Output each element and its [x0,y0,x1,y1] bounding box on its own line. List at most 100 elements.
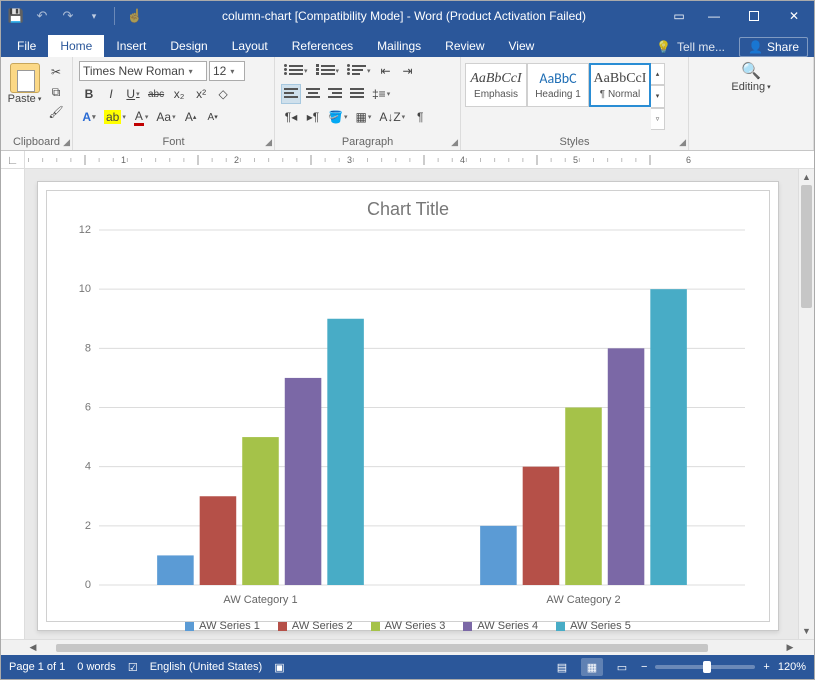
align-right-icon[interactable] [325,84,345,104]
tab-mailings[interactable]: Mailings [365,35,433,57]
font-size-combo[interactable]: 12 [209,61,245,81]
align-center-icon[interactable] [303,84,323,104]
save-icon[interactable]: 💾 [7,7,25,25]
svg-text:0: 0 [85,579,91,591]
grow-font-icon[interactable]: A▴ [181,107,201,127]
svg-text:5: 5 [573,155,578,165]
style-gallery-more[interactable]: ▴▾▿ [651,63,665,130]
paste-icon[interactable] [10,63,40,93]
superscript-button[interactable]: x² [191,84,211,104]
strikethrough-button[interactable]: abc [145,84,167,104]
cut-icon[interactable]: ✂ [46,63,66,81]
paragraph-launcher-icon[interactable]: ◢ [451,137,458,148]
zoom-out-button[interactable]: − [641,661,647,673]
numbering-icon[interactable] [313,61,343,81]
share-button[interactable]: 👤 Share [739,37,808,57]
status-words[interactable]: 0 words [77,661,116,673]
ruler-tab-selector[interactable]: ∟ [1,151,25,168]
text-effects-icon[interactable]: A [79,107,99,127]
styles-launcher-icon[interactable]: ◢ [679,137,686,148]
styles-group-label: Styles◢ [461,136,688,150]
shrink-font-icon[interactable]: A▾ [203,107,223,127]
bold-button[interactable]: B [79,84,99,104]
style-emphasis[interactable]: AaBbCcI Emphasis [465,63,527,107]
style-normal[interactable]: AaBbCcI ¶ Normal [589,63,651,107]
scroll-thumb-vertical[interactable] [801,185,812,308]
format-painter-icon[interactable]: 🖌 [46,103,66,121]
font-launcher-icon[interactable]: ◢ [265,137,272,148]
borders-icon[interactable]: ▦ [352,107,374,127]
scroll-thumb-horizontal[interactable] [56,644,708,652]
horizontal-scrollbar[interactable]: ◀ ▶ [1,639,814,655]
underline-button[interactable]: U [123,84,143,104]
tab-design[interactable]: Design [158,35,219,57]
style-gallery: AaBbCcI Emphasis AaBbC Heading 1 AaBbCcI… [465,63,665,130]
vertical-scrollbar[interactable]: ▲ ▼ [798,169,814,639]
tab-review[interactable]: Review [433,35,496,57]
rtl-direction-icon[interactable]: ▸¶ [303,107,323,127]
italic-button[interactable]: I [101,84,121,104]
svg-text:2: 2 [234,155,239,165]
tab-references[interactable]: References [280,35,365,57]
ltr-direction-icon[interactable]: ¶◂ [281,107,301,127]
macro-record-icon[interactable]: ▣ [274,661,284,674]
zoom-in-button[interactable]: + [763,661,769,673]
tell-me-search[interactable]: Tell me... [677,40,725,54]
minimize-button[interactable]: — [694,2,734,30]
copy-icon[interactable]: ⧉ [46,83,66,101]
bullets-icon[interactable] [281,61,311,81]
share-label: Share [767,40,799,54]
scroll-left-icon[interactable]: ◀ [25,642,41,653]
font-name-combo[interactable]: Times New Roman [79,61,207,81]
web-layout-icon[interactable]: ▭ [611,658,633,676]
print-layout-icon[interactable]: ▦ [581,658,603,676]
show-hide-icon[interactable]: ¶ [410,107,430,127]
tab-layout[interactable]: Layout [220,35,280,57]
redo-icon[interactable]: ↷ [59,7,77,25]
maximize-button[interactable] [734,2,774,30]
scroll-right-icon[interactable]: ▶ [782,642,798,653]
ruler-vertical[interactable] [1,169,25,639]
shading-icon[interactable]: 🪣 [325,107,350,127]
decrease-indent-icon[interactable]: ⇤ [376,61,396,81]
highlight-icon[interactable]: ab [101,107,129,127]
tab-insert[interactable]: Insert [104,35,158,57]
clear-formatting-icon[interactable]: ◇ [213,84,233,104]
subscript-button[interactable]: x₂ [169,84,189,104]
read-mode-icon[interactable]: ▤ [551,658,573,676]
status-language[interactable]: English (United States) [150,661,263,673]
sort-icon[interactable]: A↓Z [376,107,408,127]
change-case-icon[interactable]: Aa [153,107,178,127]
tab-file[interactable]: File [5,35,48,57]
scroll-down-icon[interactable]: ▼ [799,623,814,639]
undo-icon[interactable]: ↶ [33,7,51,25]
scroll-up-icon[interactable]: ▲ [799,169,814,185]
multilevel-list-icon[interactable] [344,61,374,81]
tab-home[interactable]: Home [48,35,104,57]
clipboard-launcher-icon[interactable]: ◢ [63,137,70,148]
font-color-icon[interactable]: A [131,107,152,127]
zoom-slider[interactable] [655,665,755,669]
align-left-icon[interactable] [281,84,301,104]
style-emphasis-sample: AaBbCcI [470,71,521,87]
editing-label: Editing [731,81,765,93]
editing-button[interactable]: 🔍 Editing▾ [726,61,776,93]
ruler-horizontal[interactable]: ∟ 123456 [1,151,814,169]
line-spacing-icon[interactable]: ‡≡ [369,84,393,104]
zoom-level[interactable]: 120% [778,661,806,673]
tab-view[interactable]: View [497,35,547,57]
touch-mode-icon[interactable]: ☝ [126,7,144,25]
justify-icon[interactable] [347,84,367,104]
paste-button[interactable]: Paste [8,93,42,105]
legend-item: AW Series 5 [556,620,631,632]
window-controls: ▭ — ✕ [664,2,814,30]
close-button[interactable]: ✕ [774,2,814,30]
style-heading1[interactable]: AaBbC Heading 1 [527,63,589,107]
qat-customize-icon[interactable]: ▾ [85,7,103,25]
status-page[interactable]: Page 1 of 1 [9,661,65,673]
spell-check-icon[interactable]: ☑ [128,661,138,674]
page-viewport[interactable]: Chart Title 024681012AW Category 1AW Cat… [25,169,798,639]
increase-indent-icon[interactable]: ⇥ [398,61,418,81]
ribbon-display-icon[interactable]: ▭ [664,2,694,30]
chart-object[interactable]: Chart Title 024681012AW Category 1AW Cat… [46,190,770,622]
